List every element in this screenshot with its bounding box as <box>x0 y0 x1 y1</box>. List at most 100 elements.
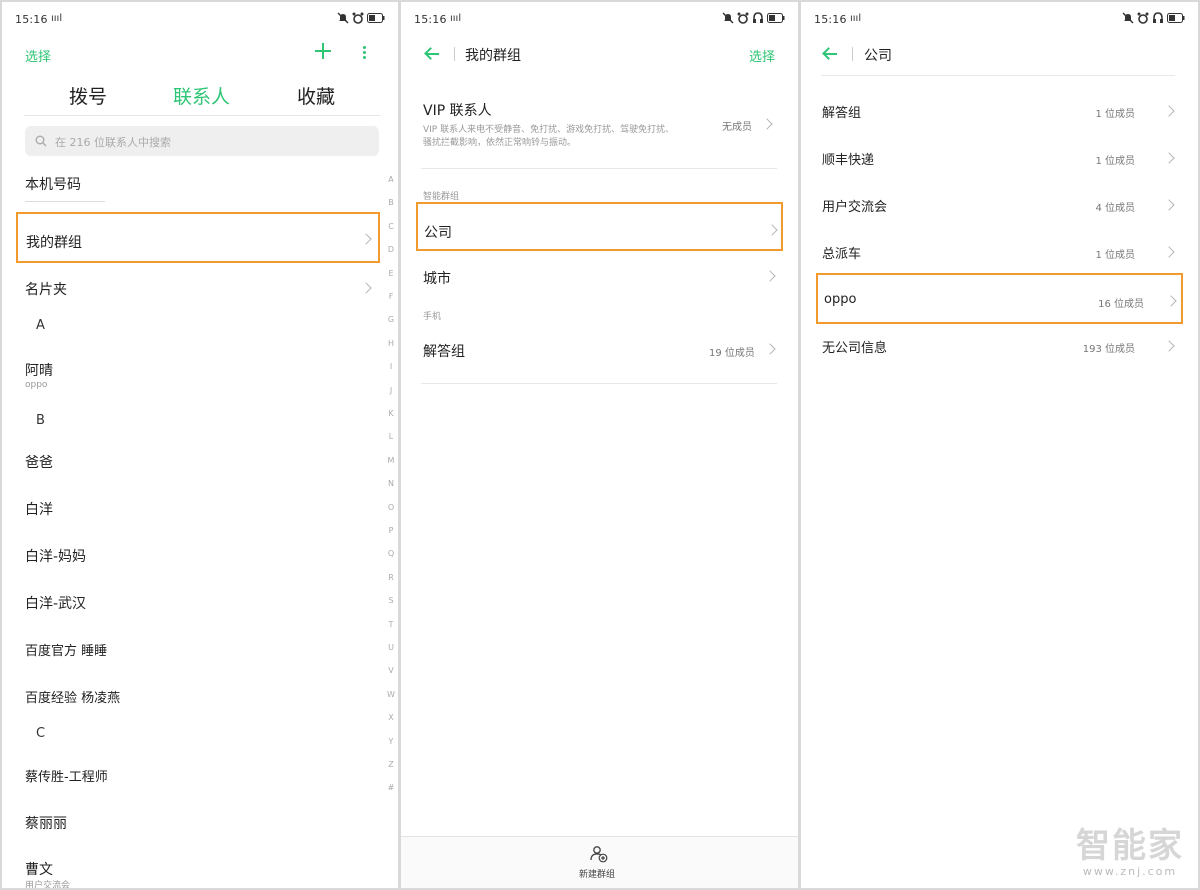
search-input[interactable]: 在 216 位联系人中搜索 <box>25 126 379 156</box>
new-group-label: 新建群组 <box>579 870 616 880</box>
chevron-right-icon <box>764 270 776 282</box>
alphabet-index-letter[interactable]: W <box>386 690 396 699</box>
signal-icon: ıııl <box>51 13 63 24</box>
headphones-icon <box>1153 12 1163 23</box>
alphabet-index-letter[interactable]: A <box>386 175 396 184</box>
contact-item[interactable]: 阿晴 <box>25 360 53 380</box>
chevron-right-icon <box>1163 340 1175 352</box>
status-bar: 15:16 ıııl <box>814 12 1185 28</box>
alphabet-index-letter[interactable]: T <box>386 620 396 629</box>
group-answer-item[interactable]: 解答组 19 位成员 <box>421 332 777 368</box>
alphabet-index-letter[interactable]: J <box>386 386 396 395</box>
alphabet-index-letter[interactable]: G <box>386 315 396 324</box>
group-company-item[interactable]: 公司 <box>416 202 783 251</box>
member-count: 1 位成员 <box>1095 109 1135 120</box>
alphabet-index-letter[interactable]: U <box>386 643 396 652</box>
alphabet-index-letter[interactable]: R <box>386 573 396 582</box>
mute-icon <box>722 12 734 24</box>
group-label: 公司 <box>424 225 452 241</box>
contact-item[interactable]: 白洋-妈妈 <box>25 546 86 566</box>
chevron-right-icon <box>1163 246 1175 258</box>
search-icon <box>35 135 47 147</box>
my-groups-screen: 15:16 ıııl 我的群组 选择 VIP 联系人 VIP 联系人来电不受静音… <box>401 2 798 888</box>
chevron-right-icon <box>761 118 773 130</box>
alphabet-index-letter[interactable]: Y <box>386 737 396 746</box>
group-name: 总派车 <box>822 247 862 262</box>
select-button[interactable]: 选择 <box>25 46 51 65</box>
tab-contacts[interactable]: 联系人 <box>173 82 230 109</box>
contact-item[interactable]: 百度经验 杨凌燕 <box>25 687 120 706</box>
member-count: 无成员 <box>722 122 752 133</box>
tab-dial[interactable]: 拨号 <box>69 82 107 109</box>
alphabet-index-letter[interactable]: O <box>386 503 396 512</box>
tab-favorites[interactable]: 收藏 <box>297 82 335 109</box>
select-button[interactable]: 选择 <box>749 46 775 65</box>
alphabet-index-letter[interactable]: C <box>386 222 396 231</box>
watermark-text: 智能家 <box>1076 826 1184 866</box>
group-row[interactable]: 解答组 1 位成员 <box>821 97 1177 127</box>
contact-item[interactable]: 曹文 <box>25 859 53 879</box>
alphabet-index-letter[interactable]: F <box>386 292 396 301</box>
alphabet-index-letter[interactable]: D <box>386 245 396 254</box>
alphabet-index-letter[interactable]: P <box>386 526 396 535</box>
battery-icon <box>1167 13 1185 23</box>
group-row[interactable]: 用户交流会 4 位成员 <box>821 191 1177 221</box>
group-city-item[interactable]: 城市 <box>421 260 777 296</box>
alarm-icon <box>737 12 749 24</box>
group-name: 顺丰快递 <box>822 153 875 168</box>
group-row[interactable]: 无公司信息 193 位成员 <box>821 332 1177 362</box>
group-name: 用户交流会 <box>822 200 888 215</box>
signal-icon: ıııl <box>850 13 862 24</box>
contact-item[interactable]: 蔡传胜-工程师 <box>25 766 108 785</box>
group-name: 解答组 <box>822 106 862 121</box>
alphabet-index-letter[interactable]: E <box>386 269 396 278</box>
alphabet-index-letter[interactable]: H <box>386 339 396 348</box>
contact-item[interactable]: 蔡丽丽 <box>25 813 67 833</box>
status-time: 15:16 <box>414 13 447 26</box>
alarm-icon <box>1137 12 1149 24</box>
vip-description: VIP 联系人来电不受静音、免打扰、游戏免打扰、驾驶免打扰、 <box>423 125 675 135</box>
group-row[interactable]: 顺丰快递 1 位成员 <box>821 144 1177 174</box>
alphabet-index-letter[interactable]: I <box>386 362 396 371</box>
contact-item[interactable]: 百度官方 睡睡 <box>25 640 107 659</box>
alphabet-index-letter[interactable]: K <box>386 409 396 418</box>
alphabet-index-letter[interactable]: # <box>386 783 396 792</box>
page-title: 我的群组 <box>465 48 521 64</box>
my-number-item[interactable]: 本机号码 <box>25 174 81 194</box>
back-arrow-icon[interactable] <box>822 47 838 61</box>
vip-contacts-item[interactable]: VIP 联系人 VIP 联系人来电不受静音、免打扰、游戏免打扰、驾驶免打扰、 骚… <box>421 92 777 154</box>
member-count: 1 位成员 <box>1095 250 1135 261</box>
group-row[interactable]: 总派车 1 位成员 <box>821 238 1177 268</box>
new-group-button[interactable]: 新建群组 <box>569 843 629 885</box>
vip-title: VIP 联系人 <box>423 103 492 119</box>
add-contact-icon[interactable] <box>312 40 334 62</box>
alphabet-index-letter[interactable]: B <box>386 198 396 207</box>
alphabet-index-letter[interactable]: L <box>386 432 396 441</box>
chevron-right-icon <box>764 343 776 355</box>
contact-subtitle: 用户交流会 <box>25 881 71 888</box>
vip-description: 骚扰拦截影响，依然正常响铃与振动。 <box>423 138 577 148</box>
alphabet-index-letter[interactable]: V <box>386 666 396 675</box>
contact-item[interactable]: 爸爸 <box>25 452 53 472</box>
alphabet-index-letter[interactable]: N <box>386 479 396 488</box>
my-groups-item[interactable]: 我的群组 <box>16 212 380 263</box>
alphabet-index-letter[interactable]: S <box>386 596 396 605</box>
alarm-icon <box>352 12 364 24</box>
page-title: 公司 <box>864 48 892 64</box>
business-cards-item[interactable]: 名片夹 <box>25 279 67 299</box>
alphabet-index-letter[interactable]: M <box>386 456 396 465</box>
member-count: 193 位成员 <box>1082 344 1135 355</box>
alphabet-index-letter[interactable]: X <box>386 713 396 722</box>
alphabet-index-letter[interactable]: Z <box>386 760 396 769</box>
battery-icon <box>367 13 385 23</box>
group-row[interactable]: oppo 16 位成员 <box>816 273 1183 324</box>
alphabet-index-letter[interactable]: Q <box>386 549 396 558</box>
search-placeholder: 在 216 位联系人中搜索 <box>55 136 171 149</box>
section-header-a: A <box>36 318 45 333</box>
contact-item[interactable]: 白洋-武汉 <box>25 593 86 613</box>
contact-item[interactable]: 白洋 <box>25 499 53 519</box>
back-arrow-icon[interactable] <box>424 47 440 61</box>
more-menu-icon[interactable] <box>363 46 367 60</box>
section-label: 手机 <box>423 312 442 322</box>
watermark-url: www.znj.com <box>1082 865 1178 878</box>
